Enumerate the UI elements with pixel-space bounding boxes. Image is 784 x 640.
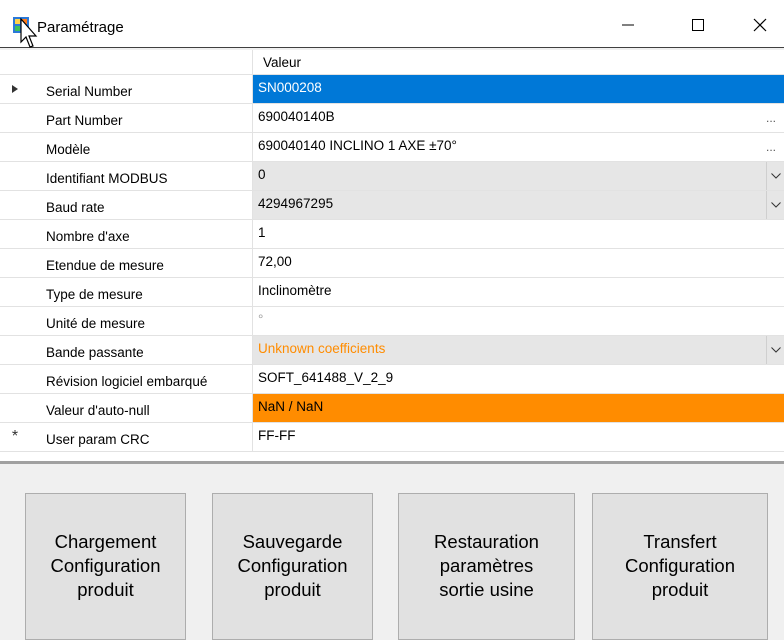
minimize-icon xyxy=(622,24,634,26)
maximize-button[interactable] xyxy=(676,10,720,40)
row-selector[interactable] xyxy=(0,336,30,364)
property-value[interactable]: 0 xyxy=(253,162,784,190)
property-name[interactable]: Nombre d'axe xyxy=(30,220,252,248)
property-name[interactable]: Serial Number xyxy=(30,75,252,103)
property-name[interactable]: Bande passante xyxy=(30,336,252,364)
property-value-text: 690040140 INCLINO 1 AXE ±70° xyxy=(258,138,457,153)
property-name[interactable]: User param CRC xyxy=(30,423,252,451)
property-value-text: 1 xyxy=(258,225,266,240)
current-row-arrow-icon xyxy=(0,75,30,103)
save-configuration-label: Sauvegarde Configuration produit xyxy=(237,531,348,600)
property-value[interactable]: ° xyxy=(253,307,784,335)
property-row[interactable]: Valeur d'auto-null NaN / NaN xyxy=(0,394,784,423)
row-selector[interactable] xyxy=(0,278,30,306)
property-value[interactable]: 690040140B... xyxy=(253,104,784,132)
property-row[interactable]: * User param CRC FF-FF xyxy=(0,423,784,452)
property-value-text: FF-FF xyxy=(258,428,296,443)
minimize-button[interactable] xyxy=(606,10,650,40)
property-row[interactable]: Unité de mesure ° xyxy=(0,307,784,336)
property-value-text: SOFT_641488_V_2_9 xyxy=(258,370,394,385)
property-row[interactable]: Serial Number SN000208 xyxy=(0,75,784,104)
ellipsis-button[interactable]: ... xyxy=(766,106,776,131)
row-selector[interactable] xyxy=(0,133,30,161)
property-grid[interactable]: Valeur Serial Number SN000208 Part Number 6… xyxy=(0,50,784,462)
property-value[interactable]: Unknown coefficients xyxy=(253,336,784,364)
property-row[interactable]: Modèle 690040140 INCLINO 1 AXE ±70°... xyxy=(0,133,784,162)
property-name[interactable]: Valeur d'auto-null xyxy=(30,394,252,422)
property-value-text: SN000208 xyxy=(258,80,322,95)
restore-factory-settings-button[interactable]: Restauration paramètres sortie usine xyxy=(398,493,575,640)
window-title: Paramétrage xyxy=(37,19,124,36)
property-row[interactable]: Révision logiciel embarqué SOFT_641488_V_… xyxy=(0,365,784,394)
property-name[interactable]: Identifiant MODBUS xyxy=(30,162,252,190)
chevron-down-icon xyxy=(770,202,781,208)
property-name[interactable]: Unité de mesure xyxy=(30,307,252,335)
ellipsis-button[interactable]: ... xyxy=(766,135,776,160)
property-value[interactable]: Inclinomètre xyxy=(253,278,784,306)
row-selector[interactable] xyxy=(0,249,30,277)
row-selector[interactable] xyxy=(0,104,30,132)
property-value-text: 690040140B xyxy=(258,109,335,124)
property-row[interactable]: Etendue de mesure 72,00 xyxy=(0,249,784,278)
property-row[interactable]: Nombre d'axe 1 xyxy=(0,220,784,249)
property-name[interactable]: Révision logiciel embarqué xyxy=(30,365,252,393)
row-selector[interactable]: * xyxy=(0,423,30,451)
property-row[interactable]: Baud rate 4294967295 xyxy=(0,191,784,220)
restore-factory-settings-label: Restauration paramètres sortie usine xyxy=(434,531,539,600)
chevron-down-icon xyxy=(770,173,781,179)
row-selector[interactable] xyxy=(0,307,30,335)
load-configuration-label: Chargement Configuration produit xyxy=(50,531,161,600)
property-value-text: ° xyxy=(258,312,264,327)
property-value-text: 72,00 xyxy=(258,254,292,269)
property-row[interactable]: Bande passante Unknown coefficients xyxy=(0,336,784,365)
grid-line xyxy=(0,451,784,452)
load-configuration-button[interactable]: Chargement Configuration produit xyxy=(25,493,186,640)
property-name[interactable]: Type de mesure xyxy=(30,278,252,306)
close-button[interactable] xyxy=(738,10,782,40)
dropdown-button[interactable] xyxy=(766,162,784,190)
save-configuration-button[interactable]: Sauvegarde Configuration produit xyxy=(212,493,373,640)
column-header-valeur[interactable]: Valeur xyxy=(253,50,784,74)
property-value-text: 0 xyxy=(258,167,266,182)
property-value[interactable]: 4294967295 xyxy=(253,191,784,219)
property-value-text: Inclinomètre xyxy=(258,283,332,298)
grid-bottom-border xyxy=(0,461,784,464)
transfer-configuration-button[interactable]: Transfert Configuration produit xyxy=(592,493,768,640)
row-selector[interactable] xyxy=(0,191,30,219)
property-value[interactable]: 72,00 xyxy=(253,249,784,277)
property-row[interactable]: Identifiant MODBUS 0 xyxy=(0,162,784,191)
row-selector[interactable] xyxy=(0,75,30,103)
grid-header-row: Valeur xyxy=(0,50,784,74)
property-name[interactable]: Modèle xyxy=(30,133,252,161)
property-value[interactable]: FF-FF xyxy=(253,423,784,451)
property-value-text: NaN / NaN xyxy=(258,399,324,414)
row-selector[interactable] xyxy=(0,365,30,393)
property-name[interactable]: Part Number xyxy=(30,104,252,132)
grid-line xyxy=(252,50,253,452)
dropdown-button[interactable] xyxy=(766,191,784,219)
close-icon xyxy=(753,18,767,32)
property-value[interactable]: 690040140 INCLINO 1 AXE ±70°... xyxy=(253,133,784,161)
title-bar[interactable]: Paramétrage xyxy=(0,0,784,48)
dropdown-button[interactable] xyxy=(766,336,784,364)
property-value[interactable]: SN000208 xyxy=(253,75,784,103)
property-row[interactable]: Type de mesure Inclinomètre xyxy=(0,278,784,307)
property-value-text: Unknown coefficients xyxy=(258,341,386,356)
property-name[interactable]: Etendue de mesure xyxy=(30,249,252,277)
property-value[interactable]: SOFT_641488_V_2_9 xyxy=(253,365,784,393)
row-selector[interactable] xyxy=(0,162,30,190)
property-value[interactable]: NaN / NaN xyxy=(253,394,784,422)
property-name[interactable]: Baud rate xyxy=(30,191,252,219)
chevron-down-icon xyxy=(770,347,781,353)
grid-line xyxy=(0,74,784,75)
transfer-configuration-label: Transfert Configuration produit xyxy=(624,531,736,600)
mouse-cursor-icon xyxy=(20,18,38,48)
row-selector[interactable] xyxy=(0,394,30,422)
property-value-text: 4294967295 xyxy=(258,196,334,211)
property-row[interactable]: Part Number 690040140B... xyxy=(0,104,784,133)
row-selector[interactable] xyxy=(0,220,30,248)
new-row-asterisk-icon: * xyxy=(11,428,19,445)
maximize-icon xyxy=(692,19,704,31)
property-value[interactable]: 1 xyxy=(253,220,784,248)
